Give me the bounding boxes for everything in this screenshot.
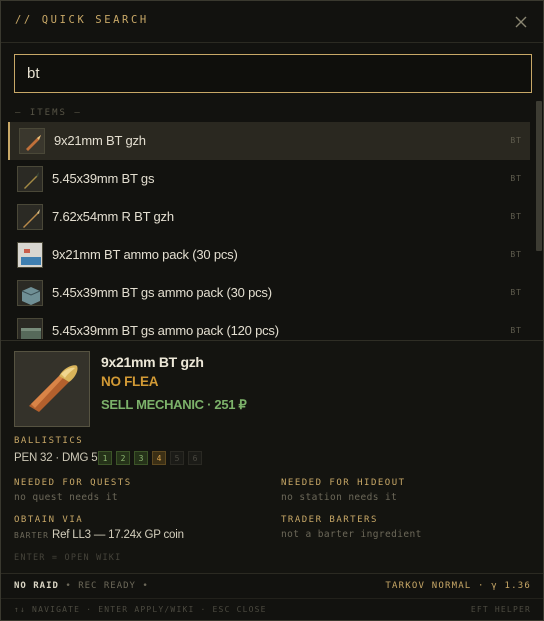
status-bar: NO RAID • REC READY • TARKOV NORMAL · γ …: [1, 573, 543, 598]
obtain-label: OBTAIN VIA: [14, 515, 84, 525]
result-row-selected[interactable]: 9x21mm BT gzh BT: [8, 122, 530, 160]
rifle-round-icon: [17, 166, 43, 192]
result-name: 9x21mm BT gzh: [54, 133, 146, 148]
obtain-value: Ref LL3 — 17.24x GP coin: [52, 529, 184, 541]
hideout-label: NEEDED FOR HIDEOUT: [281, 478, 406, 488]
armor-class-chip: 2: [116, 451, 130, 465]
result-name: 5.45x39mm BT gs ammo pack (30 pcs): [52, 285, 272, 300]
items-section-label: — ITEMS —: [15, 108, 82, 118]
close-icon: [515, 16, 527, 28]
wiki-hint: ENTER = OPEN WIKI: [14, 553, 122, 563]
quests-label: NEEDED FOR QUESTS: [14, 478, 132, 488]
result-tag: BT: [510, 250, 522, 259]
armor-class-chip: 4: [152, 451, 166, 465]
hideout-value: no station needs it: [281, 492, 398, 503]
quick-search-window: // QUICK SEARCH — ITEMS — 9x21mm BT gzh …: [0, 0, 544, 621]
obtain-kind: BARTER: [14, 531, 49, 540]
result-tag: BT: [510, 136, 522, 145]
armor-class-chip: 6: [188, 451, 202, 465]
rifle-round-icon: [17, 204, 43, 230]
result-tag: BT: [510, 326, 522, 335]
scrollbar-thumb[interactable]: [536, 101, 542, 251]
search-input[interactable]: [15, 55, 531, 92]
quests-value: no quest needs it: [14, 492, 119, 503]
ammo-pack-icon: [17, 242, 43, 268]
result-tag: BT: [510, 288, 522, 297]
header: // QUICK SEARCH: [1, 1, 543, 43]
ballistics-stats: PEN 32 · DMG 52: [14, 452, 104, 464]
game-mode: TARKOV NORMAL · γ 1.36: [385, 581, 531, 591]
ammo-box-icon: [17, 280, 43, 306]
flea-status: NO FLEA: [101, 374, 159, 389]
ammo-box-icon: [17, 318, 43, 339]
result-name: 9x21mm BT ammo pack (30 pcs): [52, 247, 238, 262]
raid-state: NO RAID: [14, 581, 59, 591]
result-name: 5.45x39mm BT gs ammo pack (120 pcs): [52, 323, 279, 338]
item-detail-panel: 9x21mm BT gzh NO FLEA SELL MECHANIC · 25…: [1, 340, 543, 573]
result-row[interactable]: 9x21mm BT ammo pack (30 pcs) BT: [8, 236, 530, 274]
raid-status: NO RAID • REC READY •: [14, 581, 149, 591]
footer: ↑↓ NAVIGATE · ENTER APPLY/WIKI · ESC CLO…: [1, 598, 543, 620]
barters-label: TRADER BARTERS: [281, 515, 378, 525]
brand-label: EFT HELPER: [470, 605, 531, 614]
result-tag: BT: [510, 174, 522, 183]
result-tag: BT: [510, 212, 522, 221]
window-title: // QUICK SEARCH: [15, 14, 149, 26]
detail-item-name: 9x21mm BT gzh: [101, 354, 204, 370]
rec-state: • REC READY •: [65, 581, 149, 591]
armor-class-chip: 1: [98, 451, 112, 465]
armor-class-chip: 3: [134, 451, 148, 465]
barters-value: not a barter ingredient: [281, 529, 422, 540]
bullet-icon: [14, 351, 90, 427]
bullet-icon: [19, 128, 45, 154]
results-list: 9x21mm BT gzh BT 5.45x39mm BT gs BT 7.62…: [1, 122, 543, 339]
result-row[interactable]: 5.45x39mm BT gs BT: [8, 160, 530, 198]
sell-price: SELL MECHANIC · 251 ₽: [101, 397, 247, 412]
keyboard-hints: ↑↓ NAVIGATE · ENTER APPLY/WIKI · ESC CLO…: [14, 605, 267, 614]
ballistics-label: BALLISTICS: [14, 436, 84, 446]
result-name: 7.62x54mm R BT gzh: [52, 209, 174, 224]
result-name: 5.45x39mm BT gs: [52, 171, 155, 186]
search-box[interactable]: [14, 54, 532, 93]
results-scrollbar[interactable]: [536, 101, 542, 339]
result-row[interactable]: 5.45x39mm BT gs ammo pack (120 pcs) BT: [8, 312, 530, 339]
result-row[interactable]: 7.62x54mm R BT gzh BT: [8, 198, 530, 236]
armor-class-chip: 5: [170, 451, 184, 465]
close-button[interactable]: [511, 12, 531, 32]
result-row[interactable]: 5.45x39mm BT gs ammo pack (30 pcs) BT: [8, 274, 530, 312]
